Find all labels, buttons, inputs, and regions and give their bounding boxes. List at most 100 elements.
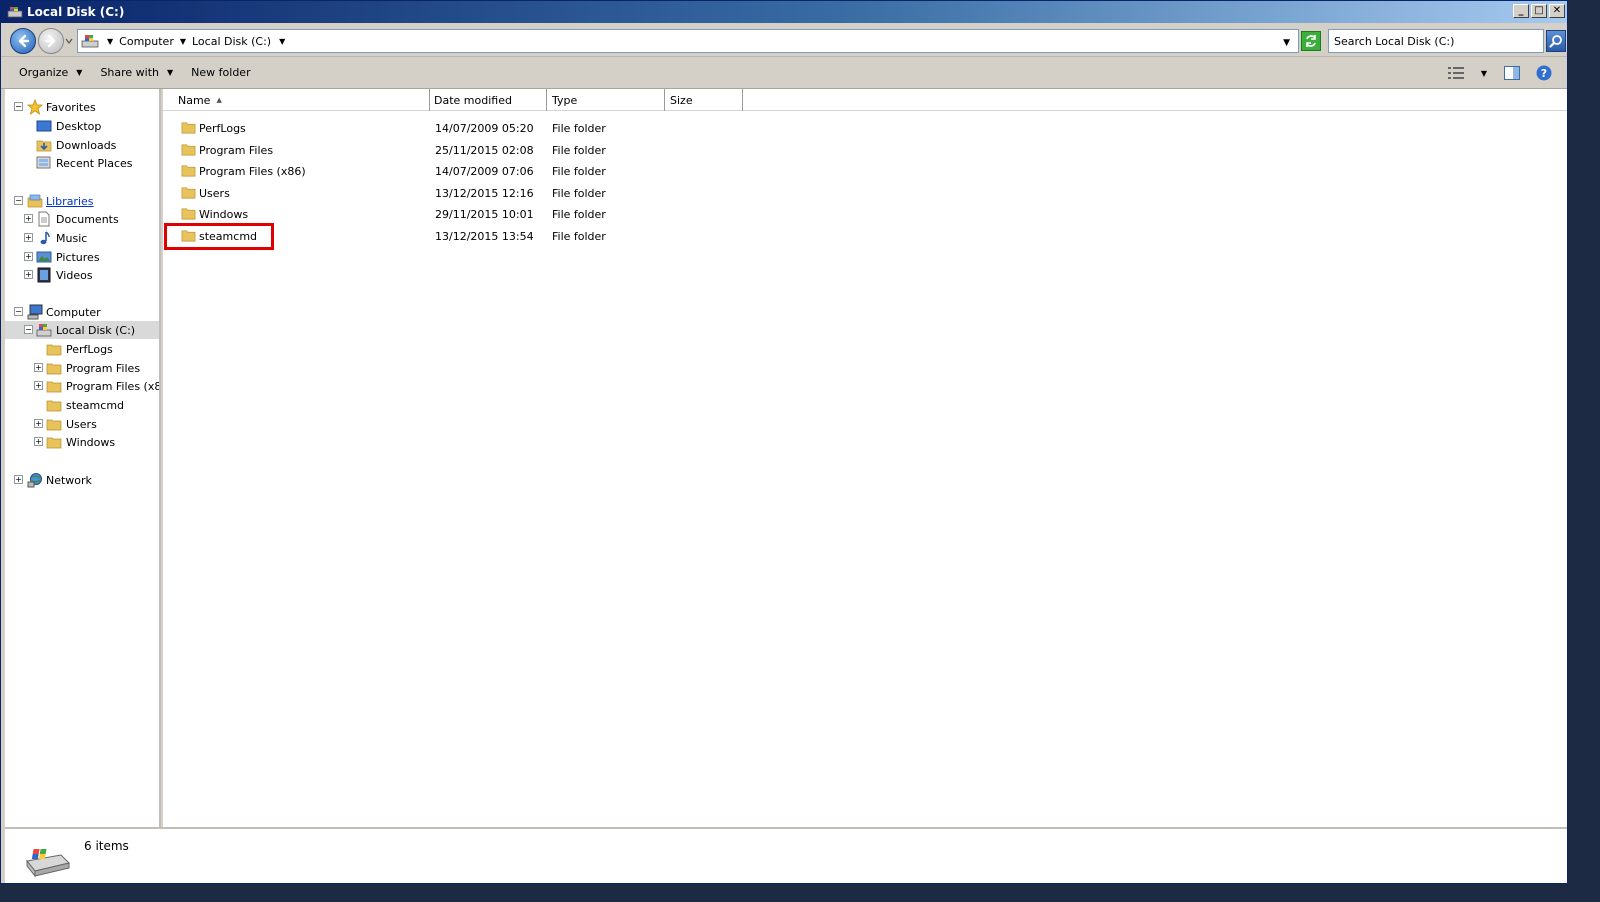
expand-icon[interactable]: +: [24, 214, 33, 223]
search-button[interactable]: [1546, 30, 1566, 52]
new-folder-button[interactable]: New folder: [181, 61, 258, 85]
preview-pane-button[interactable]: [1503, 64, 1521, 82]
column-header-date[interactable]: Date modified: [430, 89, 547, 111]
chevron-down-icon[interactable]: ▼: [107, 37, 113, 46]
column-name-label: Name: [178, 93, 211, 107]
share-with-button[interactable]: Share with ▼: [90, 61, 181, 85]
nav-folder-users[interactable]: + Users: [5, 415, 159, 433]
nav-downloads[interactable]: Downloads: [5, 136, 159, 154]
forward-button[interactable]: [38, 28, 64, 54]
collapse-icon[interactable]: −: [24, 325, 33, 334]
nav-folder-windows[interactable]: + Windows: [5, 433, 159, 451]
file-type: File folder: [552, 186, 606, 200]
breadcrumb-local-disk[interactable]: Local Disk (C:): [192, 35, 271, 48]
column-size-label: Size: [670, 93, 693, 107]
recent-pages-dropdown-icon[interactable]: [65, 37, 73, 45]
nav-local-disk[interactable]: − Local Disk (C:): [5, 321, 159, 339]
organize-button[interactable]: Organize ▼: [9, 61, 90, 85]
file-row[interactable]: Program Files (x86) 14/07/2009 07:06 Fil…: [163, 160, 783, 182]
network-icon: [27, 473, 42, 488]
item-count: 6 items: [84, 839, 129, 853]
nav-folder-program-files-x86[interactable]: + Program Files (x86): [5, 377, 159, 395]
file-row[interactable]: Users 13/12/2015 12:16 File folder: [163, 182, 783, 204]
refresh-button[interactable]: [1301, 31, 1321, 51]
nav-videos[interactable]: + Videos: [5, 266, 159, 284]
nav-network[interactable]: + Network: [5, 471, 159, 489]
folder-icon: [46, 381, 62, 393]
search-box[interactable]: [1328, 29, 1544, 53]
videos-icon: [37, 267, 51, 283]
view-options-dropdown[interactable]: ▼: [1479, 64, 1489, 82]
navigation-pane[interactable]: − Favorites Desktop Downloads Recent Pla…: [5, 89, 161, 827]
expand-icon[interactable]: +: [34, 363, 43, 372]
back-button[interactable]: [10, 28, 36, 54]
nav-folder-program-files[interactable]: + Program Files: [5, 359, 159, 377]
file-row[interactable]: Program Files 25/11/2015 02:08 File fold…: [163, 139, 783, 161]
column-header-size[interactable]: Size: [665, 89, 743, 111]
expand-icon[interactable]: +: [34, 419, 43, 428]
file-list[interactable]: Name ▲ Date modified Type Size PerfLogs …: [163, 89, 1567, 827]
file-row[interactable]: Windows 29/11/2015 10:01 File folder: [163, 203, 783, 225]
collapse-icon[interactable]: −: [14, 196, 23, 205]
nav-videos-label: Videos: [56, 268, 93, 282]
maximize-button[interactable]: □: [1531, 4, 1547, 18]
new-folder-label: New folder: [191, 66, 251, 79]
computer-icon: [27, 304, 43, 320]
share-with-label: Share with: [100, 66, 160, 79]
music-icon: [40, 231, 50, 245]
column-header-type[interactable]: Type: [547, 89, 665, 111]
address-bar[interactable]: ▼ Computer ▼ Local Disk (C:) ▼ ▼: [77, 29, 1299, 53]
expand-icon[interactable]: +: [24, 233, 33, 242]
expand-icon[interactable]: +: [24, 252, 33, 261]
folder-icon: [181, 165, 196, 177]
nav-libraries[interactable]: − Libraries: [5, 192, 159, 210]
nav-music[interactable]: + Music: [5, 229, 159, 247]
address-history-dropdown-icon[interactable]: ▼: [1283, 38, 1290, 48]
close-button[interactable]: ✕: [1549, 4, 1565, 18]
chevron-down-icon: ▼: [1480, 68, 1488, 78]
collapse-icon[interactable]: −: [14, 307, 23, 316]
nav-desktop-label: Desktop: [56, 119, 102, 133]
title-bar[interactable]: Local Disk (C:) _ □ ✕: [1, 1, 1567, 23]
nav-downloads-label: Downloads: [56, 138, 117, 152]
collapse-icon[interactable]: −: [14, 102, 23, 111]
column-headers: Name ▲ Date modified Type Size: [163, 89, 1567, 111]
drive-icon: [26, 849, 70, 877]
minimize-button[interactable]: _: [1513, 4, 1529, 18]
nav-computer[interactable]: − Computer: [5, 303, 159, 321]
expand-icon[interactable]: +: [14, 475, 23, 484]
nav-favorites[interactable]: − Favorites: [5, 98, 159, 116]
nav-recent-places-label: Recent Places: [56, 156, 133, 170]
help-button[interactable]: ?: [1535, 64, 1553, 82]
chevron-down-icon[interactable]: ▼: [279, 37, 285, 46]
nav-computer-label: Computer: [46, 305, 101, 319]
file-row[interactable]: steamcmd 13/12/2015 13:54 File folder: [163, 225, 783, 247]
expand-icon[interactable]: +: [24, 270, 33, 279]
file-type: File folder: [552, 143, 606, 157]
nav-desktop[interactable]: Desktop: [5, 117, 159, 135]
nav-documents[interactable]: + Documents: [5, 210, 159, 228]
nav-network-label: Network: [46, 473, 92, 487]
column-header-name[interactable]: Name ▲: [168, 89, 430, 111]
nav-pictures[interactable]: + Pictures: [5, 248, 159, 266]
change-view-button[interactable]: [1447, 64, 1465, 82]
chevron-down-icon[interactable]: ▼: [180, 37, 186, 46]
sort-ascending-icon: ▲: [216, 96, 222, 104]
file-date: 13/12/2015 12:16: [435, 186, 534, 200]
nav-recent-places[interactable]: Recent Places: [5, 154, 159, 172]
expand-icon[interactable]: +: [34, 437, 43, 446]
expand-icon[interactable]: +: [34, 381, 43, 390]
search-input[interactable]: [1329, 30, 1543, 52]
view-controls: ▼ ?: [1447, 64, 1553, 82]
drive-icon: [81, 35, 99, 48]
breadcrumb-computer[interactable]: Computer: [119, 35, 174, 48]
refresh-icon: [1306, 35, 1316, 47]
details-pane: 6 items: [5, 827, 1567, 883]
desktop-icon: [36, 120, 52, 132]
nav-folder-perflogs[interactable]: PerfLogs: [5, 340, 159, 358]
file-type: File folder: [552, 164, 606, 178]
file-row[interactable]: PerfLogs 14/07/2009 05:20 File folder: [163, 117, 783, 139]
documents-icon: [38, 211, 50, 227]
nav-folder-steamcmd[interactable]: steamcmd: [5, 396, 159, 414]
taskbar-edge: [0, 884, 1600, 902]
